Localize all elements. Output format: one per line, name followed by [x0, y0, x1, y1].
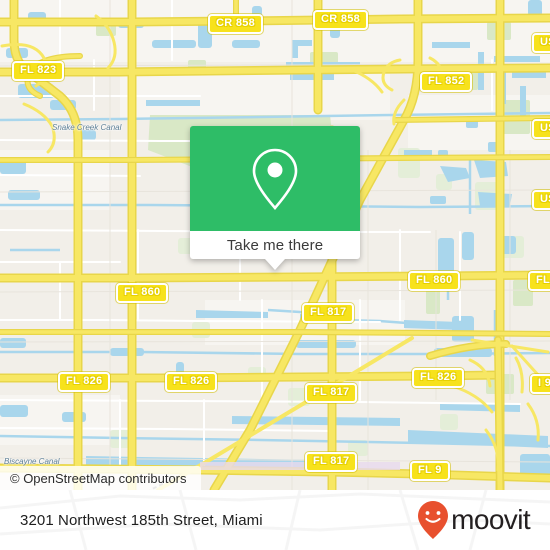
road-shield: FL 9 [410, 461, 450, 481]
water-label: Biscayne Canal [4, 457, 60, 466]
road-shield: FL 826 [165, 372, 218, 392]
road-shield: FL 817 [305, 383, 358, 403]
popup-header [190, 126, 360, 231]
road-shield: FL [528, 271, 550, 291]
road-shield: I 95 [530, 374, 550, 394]
water-label: Snake Creek Canal [52, 123, 122, 132]
attribution-text: © OpenStreetMap contributors [10, 470, 187, 486]
map-pin-icon [252, 148, 298, 210]
moovit-logo[interactable]: moovit [416, 500, 531, 540]
road-shield: FL 817 [302, 303, 355, 323]
address-label: 3201 Northwest 185th Street, Miami [20, 511, 263, 529]
popup-tail [265, 259, 285, 270]
road-shield: FL 852 [420, 72, 473, 92]
road-shield: FL 817 [305, 452, 358, 472]
location-popup[interactable]: Take me there [190, 126, 360, 270]
road-shield: FL 826 [412, 368, 465, 388]
road-shield: FL 860 [408, 271, 461, 291]
moovit-wordmark: moovit [451, 504, 530, 535]
footer-bar: 3201 Northwest 185th Street, Miami moovi… [0, 490, 550, 550]
take-me-there-label: Take me there [226, 236, 324, 254]
road-shield: US [532, 190, 550, 210]
map-canvas[interactable]: .land { fill:#f2efe9; } .block { fill:#f… [0, 0, 550, 490]
road-shield: FL 826 [58, 372, 111, 392]
road-shield: CR 858 [208, 14, 264, 34]
popup-action-bar[interactable]: Take me there [190, 231, 360, 259]
moovit-pin-smile-icon [418, 501, 449, 539]
map-screenshot: .land { fill:#f2efe9; } .block { fill:#f… [0, 0, 550, 550]
road-shield: US [532, 119, 550, 139]
road-shield: US [532, 33, 550, 53]
map-attribution[interactable]: © OpenStreetMap contributors [0, 466, 201, 490]
road-shield: FL 860 [116, 283, 169, 303]
road-shield: FL 823 [12, 61, 65, 81]
road-shield: CR 858 [313, 10, 369, 30]
